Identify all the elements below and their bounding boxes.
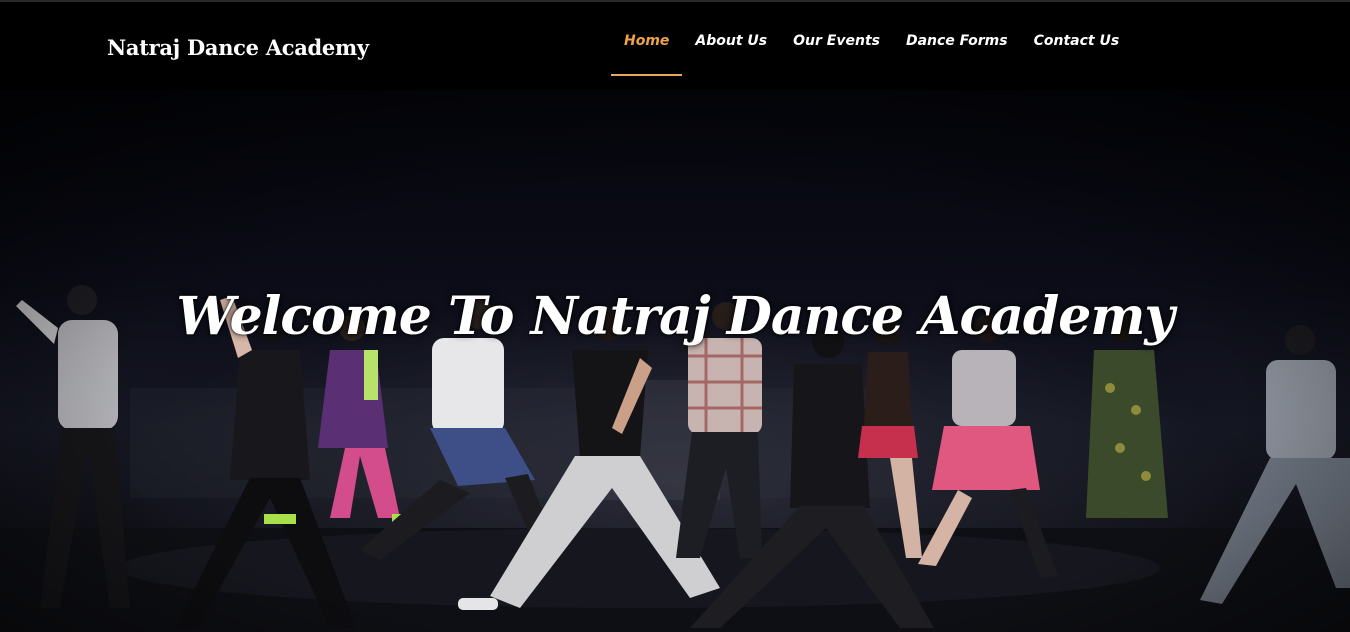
nav-item-dance-forms[interactable]: Dance Forms <box>893 2 1021 76</box>
nav-label: Contact Us <box>1033 33 1120 49</box>
nav-item-our-events[interactable]: Our Events <box>780 2 893 76</box>
nav-item-about-us[interactable]: About Us <box>682 2 780 76</box>
main-nav: Home About Us Our Events Dance Forms Con… <box>611 2 1132 90</box>
brand-logo-text[interactable]: Natraj Dance Academy <box>107 35 369 60</box>
nav-label: Our Events <box>793 33 880 49</box>
nav-label: Dance Forms <box>905 33 1008 49</box>
nav-label: Home <box>624 33 670 49</box>
hero-banner: Welcome To Natraj Dance Academy <box>0 88 1350 632</box>
top-navbar: Natraj Dance Academy Home About Us Our E… <box>0 0 1350 90</box>
page: Natraj Dance Academy Home About Us Our E… <box>0 0 1350 632</box>
nav-item-home[interactable]: Home <box>611 2 683 76</box>
nav-item-contact-us[interactable]: Contact Us <box>1021 2 1133 76</box>
hero-title: Welcome To Natraj Dance Academy <box>176 285 1174 347</box>
nav-label: About Us <box>695 33 768 49</box>
hero-background-image <box>0 88 1350 632</box>
